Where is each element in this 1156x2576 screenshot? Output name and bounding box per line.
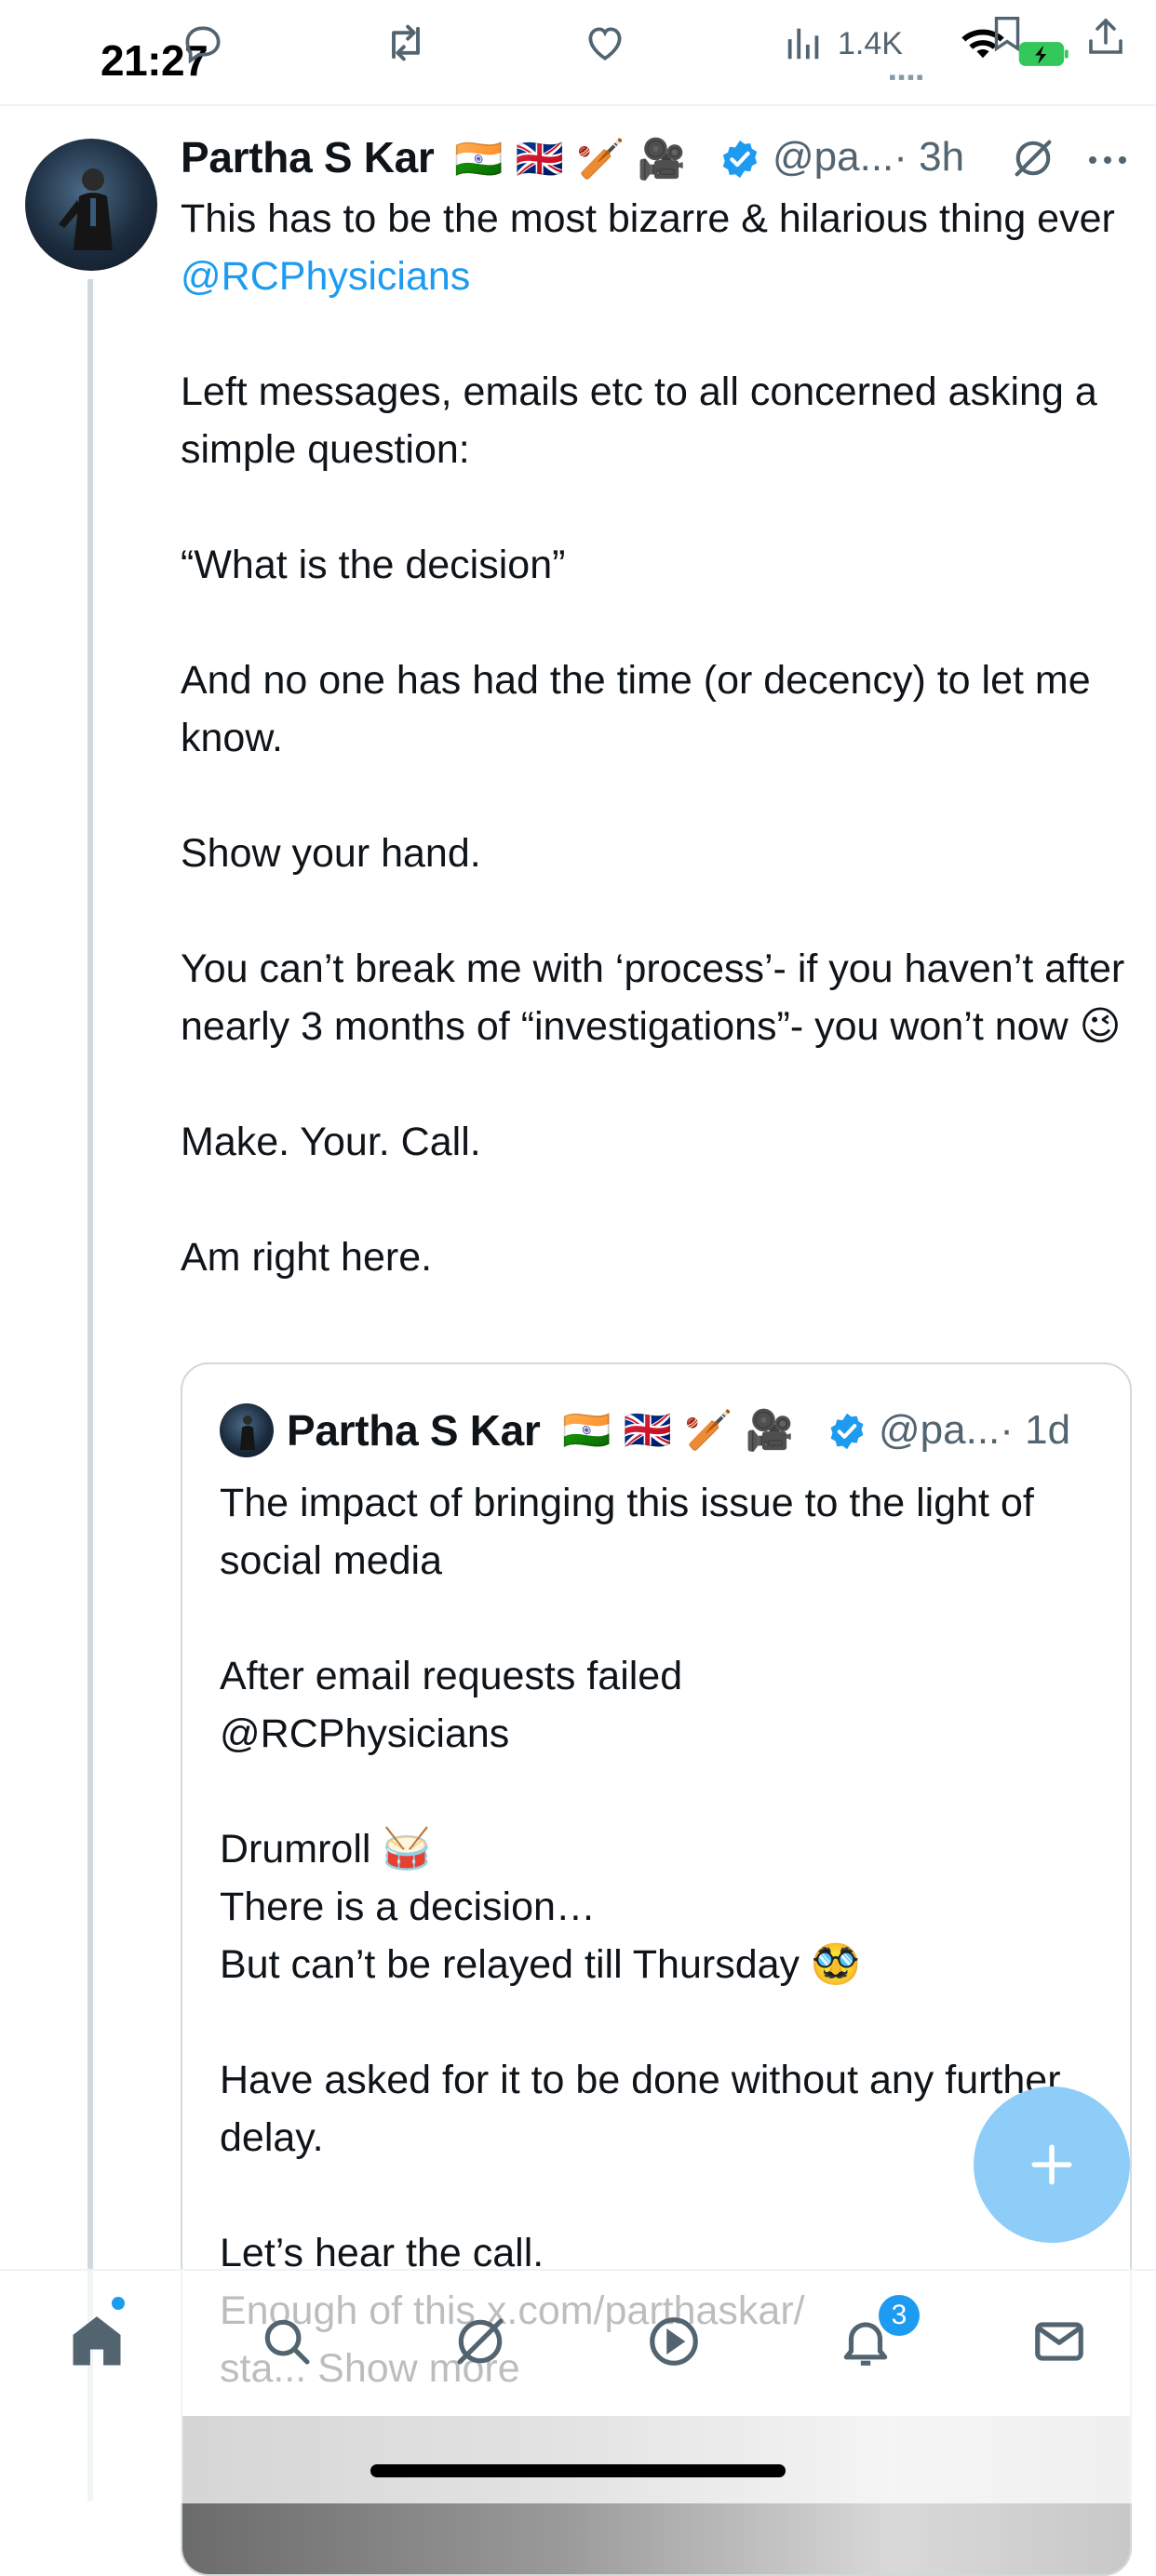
status-bar: 21:27 1.4K ▪▪▪▪ [0, 0, 1156, 106]
handle-text: @pa... [773, 134, 894, 180]
plus-icon [1031, 2144, 1072, 2185]
tweet-paragraph: Left messages, emails etc to all concern… [181, 369, 1097, 472]
views-count: 1.4K [838, 26, 903, 61]
views-icon[interactable] [778, 17, 830, 69]
nav-grok[interactable] [443, 2304, 518, 2379]
nav-messages[interactable] [1022, 2304, 1096, 2379]
author-avatar[interactable] [25, 139, 157, 271]
nav-video[interactable] [637, 2304, 711, 2379]
home-icon [73, 2316, 121, 2366]
quoted-author-name[interactable]: Partha S Kar [287, 1405, 541, 1456]
compose-button[interactable] [974, 2086, 1130, 2243]
tweet-text: This has to be the most bizarre & hilari… [181, 190, 1130, 1286]
home-indicator [370, 2464, 786, 2477]
more-options-icon[interactable] [1082, 134, 1134, 186]
quoted-tweet-time: · 1d [1000, 1407, 1071, 1453]
like-icon[interactable] [579, 17, 631, 69]
tweet-paragraph: This has to be the most bizarre & hilari… [181, 190, 1130, 305]
video-icon [650, 2317, 698, 2366]
tweet-paragraph: And no one has had the time (or decency)… [181, 658, 1091, 760]
battery-charging-icon [1018, 28, 1070, 80]
reply-icon[interactable] [177, 17, 229, 69]
quoted-handle-text: @pa... [879, 1407, 1001, 1453]
quoted-verified-badge-icon [827, 1411, 867, 1452]
search-icon [264, 2319, 310, 2365]
quoted-paragraph: The impact of bringing this issue to the… [220, 1481, 1034, 1583]
quoted-author-avatar[interactable] [220, 1403, 274, 1457]
tweet-paragraph: You can’t break me with ‘process’- if yo… [181, 946, 1125, 1049]
quoted-author-handle[interactable]: @pa...· 1d [879, 1407, 1070, 1454]
author-handle[interactable]: @pa...· 3h [773, 134, 964, 181]
nav-home[interactable] [60, 2304, 134, 2379]
tweet-paragraph: “What is the decision” [181, 543, 566, 587]
tweet-paragraph: Show your hand. [181, 831, 481, 876]
author-name[interactable]: Partha S Kar [181, 132, 435, 182]
tweet-paragraph-text: This has to be the most bizarre & hilari… [181, 196, 1115, 241]
share-icon[interactable] [1080, 11, 1132, 63]
verified-badge-icon [719, 138, 761, 181]
thread-line [87, 279, 93, 2502]
notifications-badge: 3 [879, 2295, 920, 2336]
retweet-icon[interactable] [380, 17, 432, 69]
grok-icon [457, 2318, 504, 2365]
quoted-tweet-text: The impact of bringing this issue to the… [220, 1474, 1104, 2397]
nav-search[interactable] [249, 2304, 324, 2379]
messages-icon [1035, 2322, 1083, 2361]
tweet-paragraph: Am right here. [181, 1235, 433, 1280]
grok-icon[interactable] [1009, 134, 1061, 186]
cell-signal-icon: ▪▪▪▪ [889, 65, 926, 88]
quoted-paragraph: After email requests failed @RCPhysician… [220, 1654, 683, 1756]
author-emojis: 🇮🇳 🇬🇧 🏏 🎥 [454, 136, 687, 181]
tweet-paragraph: Make. Your. Call. [181, 1120, 481, 1164]
mention-link[interactable]: @RCPhysicians [181, 254, 470, 299]
quoted-author-emojis: 🇮🇳 🇬🇧 🏏 🎥 [562, 1407, 795, 1453]
quoted-paragraph: Drumroll 🥁 There is a decision… But can’… [220, 1827, 861, 1987]
tweet-time: · 3h [894, 134, 965, 180]
quoted-paragraph: Have asked for it to be done without any… [220, 2058, 1061, 2160]
